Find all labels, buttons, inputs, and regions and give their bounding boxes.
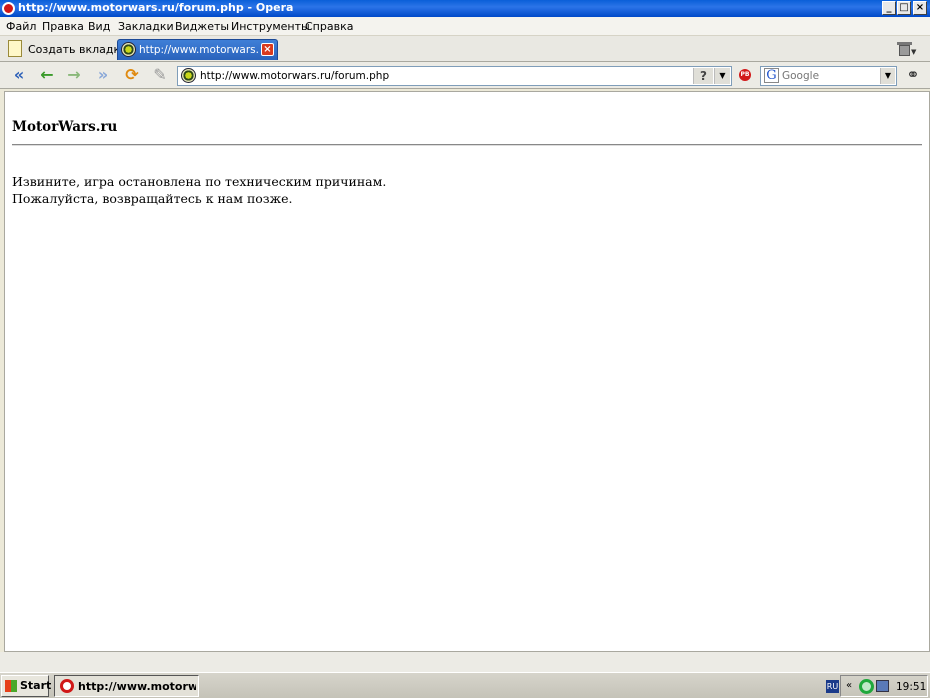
site-info-button[interactable]: ?	[693, 68, 713, 84]
start-button[interactable]: Start	[1, 675, 52, 697]
globe-icon	[121, 42, 136, 57]
taskbar-item-label: http://www.motorwa...	[78, 680, 196, 693]
menu-view[interactable]: Вид	[88, 20, 110, 33]
windows-flag-icon	[5, 680, 17, 692]
page-divider	[12, 144, 922, 146]
window-title: http://www.motorwars.ru/forum.php - Oper…	[18, 1, 294, 14]
address-bar[interactable]: http://www.motorwars.ru/forum.php ? ▼	[177, 66, 732, 86]
start-label: Start	[20, 679, 52, 692]
glasses-icon[interactable]: ⚭	[900, 67, 926, 83]
trash-body	[899, 45, 910, 56]
menu-tools[interactable]: Инструменты	[231, 20, 310, 33]
next-icon[interactable]: →	[64, 66, 84, 84]
page-viewport: MotorWars.ru Извините, игра остановлена …	[4, 91, 930, 652]
maintenance-message-line-2: Пожалуйста, возвращайтесь к нам позже.	[12, 191, 293, 206]
globe-icon	[181, 68, 196, 83]
maximize-button[interactable]: □	[897, 1, 911, 15]
tray-expand-button[interactable]: «	[846, 680, 852, 691]
new-tab-button[interactable]: Создать вкладку	[6, 39, 127, 59]
tab-label: http://www.motorwars.r...	[139, 44, 259, 56]
status-strip	[0, 652, 930, 672]
menu-bar: Файл Правка Вид Закладки Виджеты Инструм…	[0, 17, 930, 36]
title-bar: http://www.motorwars.ru/forum.php - Oper…	[0, 0, 930, 17]
taskbar: Start http://www.motorwa... RU « 19:51	[0, 672, 930, 698]
clock[interactable]: 19:51	[896, 681, 926, 693]
computer-icon[interactable]	[876, 680, 889, 692]
system-tray: « 19:51	[840, 675, 928, 697]
back-icon[interactable]: «	[9, 66, 29, 84]
taskbar-item-opera[interactable]: http://www.motorwa...	[54, 675, 199, 697]
reload-icon[interactable]: ⟳	[122, 66, 142, 84]
tab-close-button[interactable]: ×	[261, 43, 274, 56]
close-button[interactable]: ×	[913, 1, 927, 15]
new-tab-label: Создать вкладку	[28, 43, 127, 56]
minimize-button[interactable]: _	[882, 1, 896, 15]
menu-widgets[interactable]: Виджеты	[175, 20, 229, 33]
opera-icon	[60, 679, 74, 693]
menu-help[interactable]: Справка	[305, 20, 353, 33]
edit-icon[interactable]: ✎	[150, 66, 170, 84]
menu-edit[interactable]: Правка	[42, 20, 84, 33]
address-dropdown-button[interactable]: ▼	[714, 68, 730, 84]
tab-bar: Создать вкладку http://www.motorwars.r..…	[0, 36, 930, 62]
opera-icon[interactable]	[2, 2, 15, 15]
google-icon[interactable]: G	[764, 68, 779, 83]
search-input[interactable]	[782, 70, 877, 82]
navigation-toolbar: « ← → » ⟳ ✎ http://www.motorwars.ru/foru…	[0, 62, 930, 89]
address-input[interactable]: http://www.motorwars.ru/forum.php	[200, 70, 389, 82]
search-dropdown-button[interactable]: ▼	[880, 68, 895, 84]
new-tab-icon	[8, 40, 22, 57]
content-block-icon[interactable]: PB	[739, 69, 751, 81]
menu-bookmarks[interactable]: Закладки	[118, 20, 174, 33]
forward-icon[interactable]: »	[93, 66, 113, 84]
previous-icon[interactable]: ←	[37, 66, 57, 84]
menu-file[interactable]: Файл	[6, 20, 36, 33]
maintenance-message-line-1: Извините, игра остановлена по технически…	[12, 174, 387, 189]
tab-active[interactable]: http://www.motorwars.r... ×	[117, 39, 278, 60]
page-title: MotorWars.ru	[12, 119, 118, 135]
chevron-down-icon: ▼	[911, 48, 917, 56]
language-indicator[interactable]: RU	[826, 680, 839, 693]
search-box[interactable]: G ▼	[760, 66, 897, 86]
network-icon[interactable]	[859, 679, 874, 694]
trash-icon[interactable]: ▼	[897, 41, 917, 57]
